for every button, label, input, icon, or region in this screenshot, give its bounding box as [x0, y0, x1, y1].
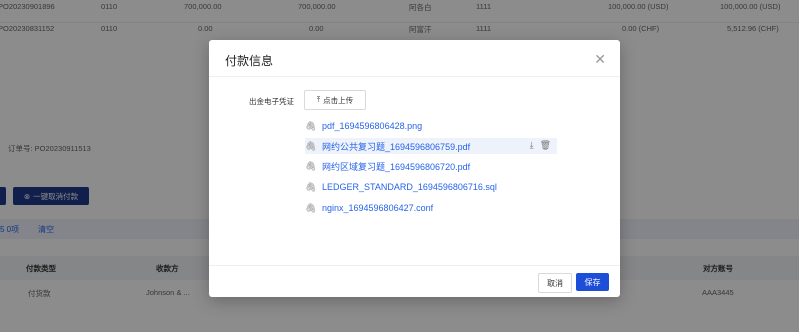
file-item[interactable]: 🖇 nginx_1694596806427.conf: [305, 200, 557, 216]
file-name[interactable]: 网约公共复习题_1694596806759.pdf: [322, 140, 470, 153]
payment-info-modal: 付款信息 ✕ 出金电子凭证 ⤒ 点击上传 🖇 pdf_1694596806428…: [209, 40, 620, 297]
file-item[interactable]: 🖇 网约公共复习题_1694596806759.pdf ⤓ 🗑: [305, 138, 557, 154]
modal-header-divider: [209, 76, 620, 77]
modal-footer-divider: [209, 265, 620, 266]
upload-icon: ⤒: [316, 95, 321, 104]
paperclip-icon: 🖇: [305, 120, 317, 131]
upload-button[interactable]: ⤒ 点击上传: [304, 90, 366, 110]
download-icon[interactable]: ⤓: [530, 140, 534, 151]
file-name[interactable]: nginx_1694596806427.conf: [322, 203, 433, 213]
voucher-field-label: 出金电子凭证: [249, 97, 294, 106]
paperclip-icon: 🖇: [305, 140, 317, 151]
paperclip-icon: 🖇: [305, 160, 317, 171]
paperclip-icon: 🖇: [305, 202, 317, 213]
delete-icon[interactable]: 🗑: [540, 140, 551, 151]
close-icon[interactable]: ✕: [594, 51, 606, 68]
modal-title: 付款信息: [225, 54, 274, 68]
file-actions: ⤓ 🗑: [530, 140, 551, 151]
upload-label: 点击上传: [323, 95, 354, 105]
paperclip-icon: 🖇: [305, 181, 317, 192]
file-item[interactable]: 🖇 pdf_1694596806428.png: [305, 118, 557, 134]
file-item[interactable]: 🖇 网约区域复习题_1694596806720.pdf: [305, 158, 557, 174]
save-button[interactable]: 保存: [576, 273, 609, 291]
cancel-button[interactable]: 取消: [538, 273, 572, 293]
file-item[interactable]: 🖇 LEDGER_STANDARD_1694596806716.sql: [305, 179, 557, 195]
file-name[interactable]: 网约区域复习题_1694596806720.pdf: [322, 160, 470, 173]
file-name[interactable]: pdf_1694596806428.png: [322, 121, 422, 131]
file-name[interactable]: LEDGER_STANDARD_1694596806716.sql: [322, 182, 497, 192]
